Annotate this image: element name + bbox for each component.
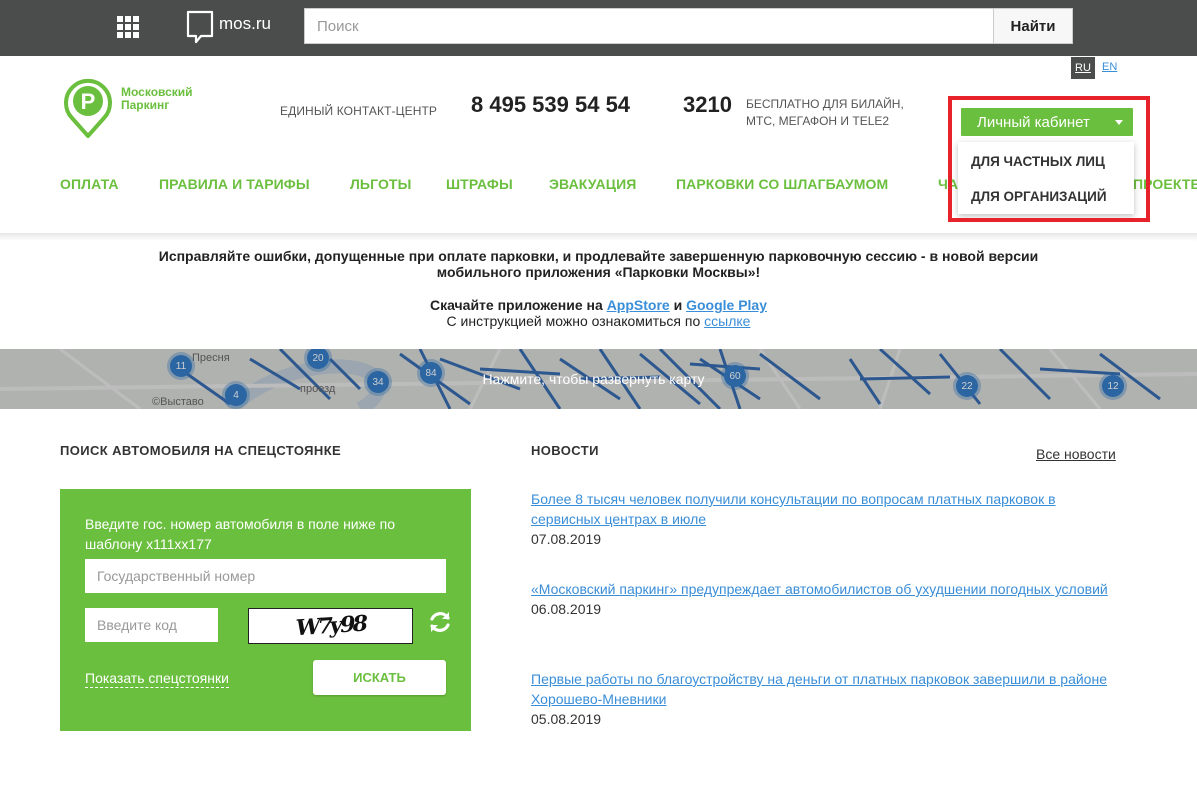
news-item: Более 8 тысяч человек получили консульта… bbox=[531, 489, 1121, 549]
news-item-date: 06.08.2019 bbox=[531, 601, 602, 617]
car-search-prompt: Введите гос. номер автомобиля в поле ниж… bbox=[85, 516, 396, 552]
chat-bubble-icon bbox=[186, 10, 214, 44]
lang-ru-link[interactable]: RU bbox=[1071, 57, 1095, 79]
notice-line-2: мобильного приложения «Парковки Москвы»! bbox=[436, 264, 761, 280]
news-title: НОВОСТИ bbox=[531, 443, 599, 458]
news-item-date: 07.08.2019 bbox=[531, 531, 602, 547]
captcha-code-placeholder: Введите код bbox=[97, 617, 177, 633]
plate-number-input[interactable]: Государственный номер bbox=[85, 559, 446, 593]
short-number-description: БЕСПЛАТНО ДЛЯ БИЛАЙН, МТС, МЕГАФОН И TEL… bbox=[746, 96, 926, 130]
refresh-icon[interactable] bbox=[427, 609, 453, 635]
news-item-date: 05.08.2019 bbox=[531, 711, 602, 727]
app-notice: Исправляйте ошибки, допущенные при оплат… bbox=[100, 248, 1097, 280]
header-divider bbox=[0, 233, 1197, 241]
site-search-button[interactable]: Найти bbox=[993, 8, 1073, 44]
logo-line-2: Паркинг bbox=[121, 98, 170, 112]
short-number[interactable]: 3210 bbox=[683, 92, 732, 118]
news-item-link[interactable]: Более 8 тысяч человек получили консульта… bbox=[531, 489, 1121, 529]
svg-text:P: P bbox=[81, 89, 96, 114]
notice-line-1: Исправляйте ошибки, допущенные при оплат… bbox=[158, 248, 1039, 264]
contact-center-label: ЕДИНЫЙ КОНТАКТ-ЦЕНТР bbox=[280, 104, 437, 118]
site-search-input[interactable]: Поиск bbox=[304, 8, 994, 44]
short-desc-line-2: МТС, МЕГАФОН И TELE2 bbox=[746, 114, 890, 128]
search-car-button[interactable]: ИСКАТЬ bbox=[313, 660, 446, 695]
captcha-code-input[interactable]: Введите код bbox=[85, 608, 218, 642]
mos-ru-text: mos.ru bbox=[219, 14, 271, 33]
captcha-text: W7y98 bbox=[294, 610, 367, 642]
appstore-link[interactable]: AppStore bbox=[607, 297, 670, 313]
app-download-notice: Скачайте приложение на AppStore и Google… bbox=[100, 297, 1097, 329]
apps-grid-icon[interactable] bbox=[117, 16, 139, 38]
site-search-placeholder: Поиск bbox=[317, 17, 359, 35]
nav-item-payment[interactable]: ОПЛАТА bbox=[60, 176, 119, 192]
download-and: и bbox=[673, 297, 683, 313]
news-item: «Московский паркинг» предупреждает автом… bbox=[531, 579, 1121, 619]
all-news-link[interactable]: Все новости bbox=[1036, 446, 1116, 462]
nav-item-evacuation[interactable]: ЭВАКУАЦИЯ bbox=[549, 176, 636, 192]
news-item-link[interactable]: Первые работы по благоустройству на день… bbox=[531, 669, 1121, 709]
captcha-image: W7y98 bbox=[248, 608, 413, 644]
news-item: Первые работы по благоустройству на день… bbox=[531, 669, 1121, 729]
show-impound-lots-link[interactable]: Показать спецстоянки bbox=[85, 670, 229, 688]
highlight-frame bbox=[948, 96, 1150, 222]
download-prefix: Скачайте приложение на bbox=[429, 297, 603, 313]
googleplay-link[interactable]: Google Play bbox=[686, 297, 767, 313]
contact-phone[interactable]: 8 495 539 54 54 bbox=[471, 92, 630, 118]
nav-item-rules[interactable]: ПРАВИЛА И ТАРИФЫ bbox=[159, 176, 310, 192]
mos-ru-logo[interactable]: mos.ru bbox=[186, 10, 271, 44]
lang-en-link[interactable]: EN bbox=[1102, 61, 1117, 73]
map-expand-caption[interactable]: Нажмите, чтобы развернуть карту bbox=[0, 371, 1187, 387]
car-search-title: ПОИСК АВТОМОБИЛЯ НА СПЕЦСТОЯНКЕ bbox=[60, 443, 342, 458]
plate-number-placeholder: Государственный номер bbox=[97, 568, 256, 584]
short-desc-line-1: БЕСПЛАТНО ДЛЯ БИЛАЙН, bbox=[746, 97, 904, 111]
news-item-link[interactable]: «Московский паркинг» предупреждает автом… bbox=[531, 579, 1121, 599]
top-bar: mos.ru Поиск Найти bbox=[0, 0, 1197, 56]
map-preview[interactable]: Пресня ©Выставо проезд 11 20 34 84 4 60 … bbox=[0, 349, 1197, 409]
instructions-prefix: С инструкцией можно ознакомиться по bbox=[446, 313, 701, 329]
instructions-link[interactable]: ссылке bbox=[704, 313, 750, 329]
nav-item-fines[interactable]: ШТРАФЫ bbox=[446, 176, 513, 192]
nav-item-barrier-parking[interactable]: ПАРКОВКИ СО ШЛАГБАУМОМ bbox=[676, 176, 888, 192]
logo-text[interactable]: Московский Паркинг bbox=[121, 86, 193, 112]
nav-item-benefits[interactable]: ЛЬГОТЫ bbox=[350, 176, 411, 192]
